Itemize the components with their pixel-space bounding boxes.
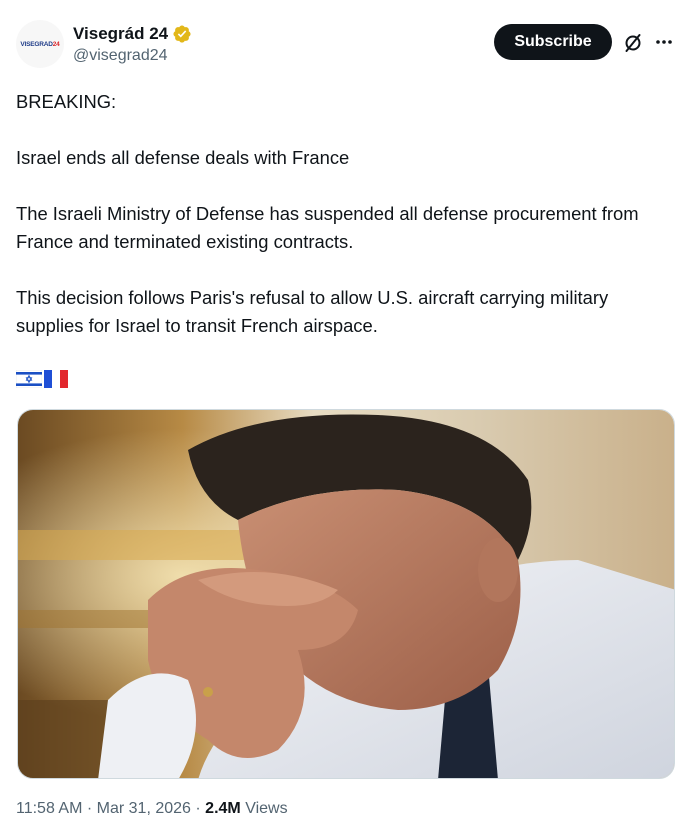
tweet-paragraph: BREAKING: [16,91,117,112]
author-handle[interactable]: @visegrad24 [73,47,192,65]
photo-man-head-in-hands [18,410,674,778]
tweet-date[interactable]: Mar 31, 2026 [97,800,191,817]
tweet-meta: 11:58 AM · Mar 31, 2026 · 2.4M Views [16,800,288,818]
display-name[interactable]: Visegrád 24 [73,24,168,44]
tweet-paragraph: Israel ends all defense deals with Franc… [16,147,350,168]
tweet-paragraph: The Israeli Ministry of Defense has susp… [16,203,639,252]
more-icon[interactable] [654,32,674,52]
gold-verified-icon[interactable] [172,24,192,44]
tweet-photo[interactable] [17,409,675,779]
subscribe-button[interactable]: Subscribe [494,24,612,60]
author-info: Visegrád 24 @visegrad24 [73,22,192,65]
avatar[interactable]: VISEGRAD24 [16,20,64,68]
views-count[interactable]: 2.4M [205,800,241,817]
israel-flag-icon [15,369,43,393]
avatar-logo: VISEGRAD24 [20,40,60,48]
display-name-row: Visegrád 24 [73,22,192,46]
tweet-header: VISEGRAD24 Visegrád 24 @visegrad24 Subsc… [16,18,676,78]
meta-separator: · [86,800,93,817]
grok-icon[interactable] [622,32,644,54]
france-flag-icon [44,369,68,393]
meta-separator: · [195,800,201,817]
tweet-time[interactable]: 11:58 AM [16,800,82,817]
tweet-paragraph: This decision follows Paris's refusal to… [16,287,609,336]
flag-emojis [15,369,68,393]
tweet-text: BREAKING: Israel ends all defense deals … [16,88,678,368]
views-label: Views [245,800,288,817]
